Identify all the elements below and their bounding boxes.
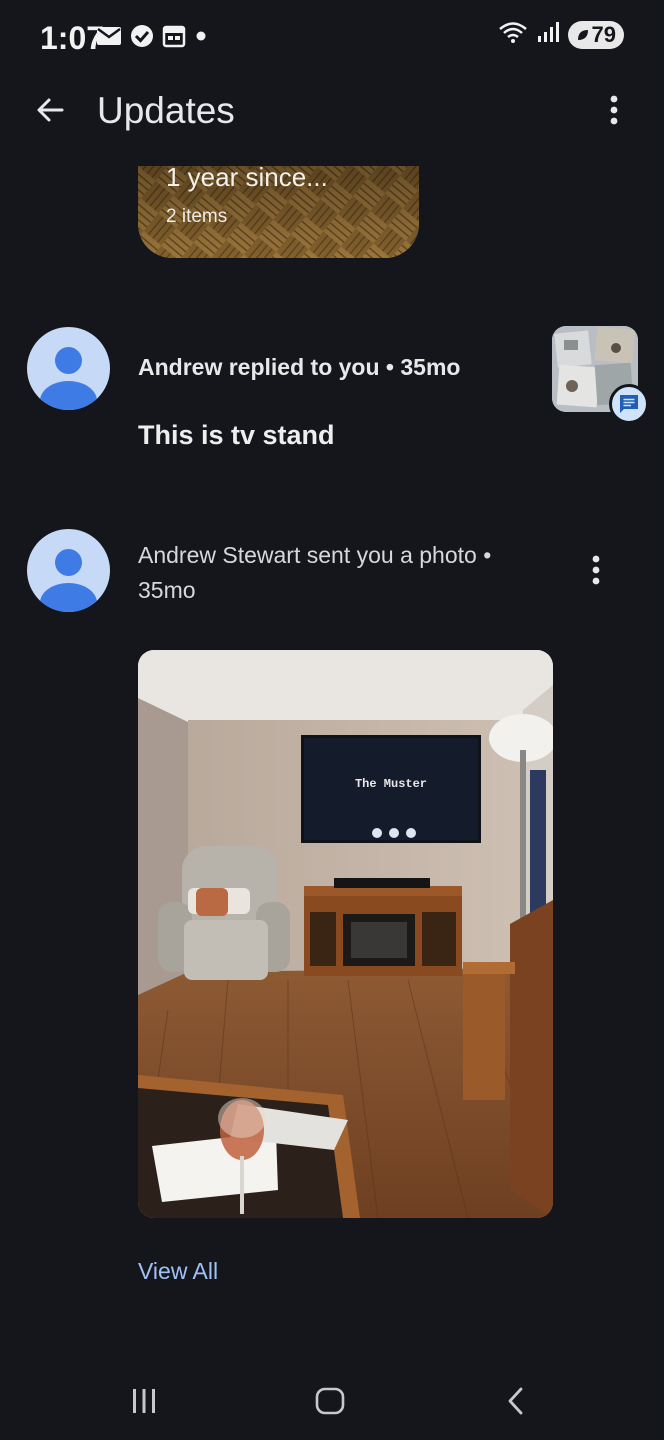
wifi-icon	[498, 20, 528, 49]
arrow-back-icon	[37, 98, 64, 122]
status-bar: 1:07 79	[0, 0, 664, 74]
system-nav-bar	[0, 1360, 664, 1440]
notification-icons	[96, 24, 208, 53]
notification-more-button[interactable]	[572, 546, 620, 594]
home-icon	[315, 1387, 345, 1415]
avatar-head	[55, 347, 82, 374]
updates-screen: 1:07 79 Updates 1 year since... 2 items …	[0, 0, 664, 1440]
notification-header: Andrew replied to you • 35mo	[138, 354, 461, 380]
notification-header: Andrew Stewart sent you a photo • 35mo	[138, 538, 538, 608]
living-room-photo: The Muster	[138, 650, 553, 1218]
battery-indicator: 79	[567, 20, 624, 49]
mail-icon	[96, 26, 122, 51]
notification-header-line1: Andrew Stewart sent you a photo •	[138, 542, 492, 568]
avatar	[27, 327, 110, 410]
app-bar: Updates	[0, 74, 664, 150]
notification-message: This is tv stand	[138, 420, 335, 450]
avatar-body	[40, 583, 97, 612]
check-circle-icon	[130, 24, 154, 53]
memory-title: 1 year since...	[166, 166, 328, 192]
recent-apps-icon	[133, 1389, 155, 1413]
dot-icon	[194, 29, 208, 48]
notification-header-line2: 35mo	[138, 577, 196, 603]
back-nav-button[interactable]	[486, 1376, 546, 1426]
memory-item-count: 2 items	[166, 206, 228, 227]
system-icons: 79	[498, 20, 624, 49]
avatar	[27, 529, 110, 612]
avatar-head	[55, 549, 82, 576]
calendar-icon	[162, 24, 186, 53]
signal-icon	[536, 21, 560, 48]
more-options-button[interactable]	[590, 86, 638, 134]
back-button[interactable]	[26, 86, 74, 134]
page-title: Updates	[97, 90, 235, 131]
status-time: 1:07	[40, 20, 105, 56]
home-button[interactable]	[300, 1376, 360, 1426]
shared-photo[interactable]: The Muster	[138, 650, 553, 1218]
comment-icon	[620, 395, 638, 413]
comment-badge	[609, 384, 649, 424]
more-vert-icon	[610, 95, 618, 125]
battery-level: 79	[591, 21, 616, 47]
memory-card[interactable]: 1 year since... 2 items	[138, 166, 419, 258]
view-all-link[interactable]: View All	[138, 1258, 218, 1285]
tv-screen-text: The Muster	[355, 777, 427, 791]
battery-leaf-icon	[577, 29, 588, 40]
back-nav-icon	[508, 1387, 523, 1415]
recent-apps-button[interactable]	[114, 1376, 174, 1426]
more-vert-icon	[592, 555, 600, 585]
avatar-body	[40, 381, 97, 410]
